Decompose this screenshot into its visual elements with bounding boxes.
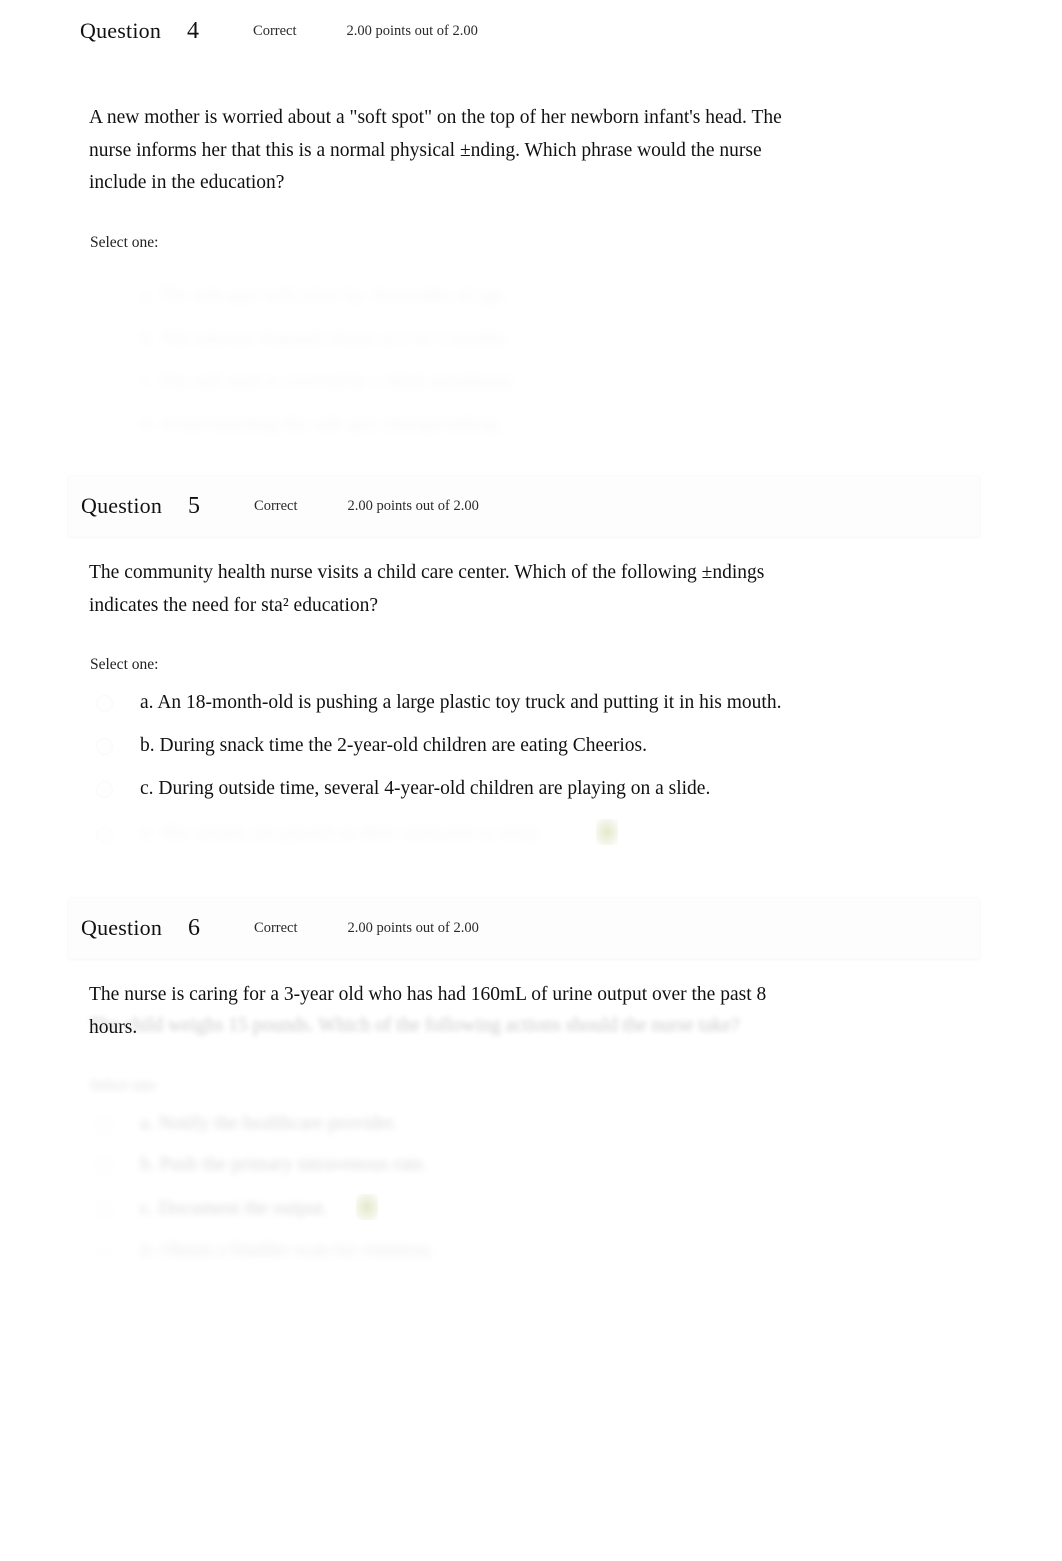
answer-option-row[interactable]: a. Notify the healthcare provider.	[96, 1110, 956, 1138]
select-one-label: Select one:	[90, 234, 159, 251]
answer-option-row[interactable]: b. During snack time the 2-year-old chil…	[96, 732, 956, 760]
question-marks: 2.00 points out of 2.00	[347, 919, 479, 936]
answer-option-row[interactable]: a. An 18-month-old is pushing a large pl…	[96, 689, 956, 717]
question-text: The community health nurse visits a chil…	[89, 562, 765, 616]
quiz-review-page: Question 4 Correct 2.00 points out of 2.…	[0, 0, 1062, 1561]
answer-option-row[interactable]: d. The infants are placed on their stoma…	[96, 820, 956, 848]
answer-option-row[interactable]: d. Obtain a bladder scan for retention.	[96, 1237, 956, 1265]
question-label: Question	[81, 493, 163, 518]
question-label: Question	[81, 915, 163, 940]
question-block-4: Question 4 Correct 2.00 points out of 2.…	[0, 0, 1062, 436]
question-marks: 2.00 points out of 2.00	[346, 22, 478, 39]
answer-option-label: a. The soft spot will close by 18 months…	[140, 282, 509, 310]
select-one-label: Select one:	[90, 656, 159, 673]
answer-option-label: d. Avoid touching the soft spot during b…	[140, 411, 503, 439]
answer-option-row[interactable]: c. During outside time, several 4-year-o…	[96, 775, 956, 803]
radio-button-icon[interactable]	[96, 826, 113, 843]
answer-option-row[interactable]: d. Avoid touching the soft spot during b…	[96, 411, 956, 439]
radio-button-icon[interactable]	[96, 331, 113, 348]
radio-button-icon[interactable]	[96, 781, 113, 798]
answer-option-row[interactable]: b. The anterior fontanel closes at 2 to …	[96, 325, 956, 353]
question-header-4: Question 4 Correct 2.00 points out of 2.…	[0, 0, 1062, 62]
answer-option-row[interactable]: b. Push the primary intravenous rate.	[96, 1151, 956, 1179]
correct-answer-marker-icon	[596, 819, 618, 845]
radio-button-icon[interactable]	[96, 1243, 113, 1260]
answer-option-row[interactable]: c. Document the output.	[96, 1195, 956, 1223]
answer-option-row[interactable]: a. The soft spot will close by 18 months…	[96, 282, 956, 310]
radio-button-icon[interactable]	[96, 374, 113, 391]
question-header-5: Question 5 Correct 2.00 points out of 2.…	[68, 475, 980, 537]
answer-option-label: b. The anterior fontanel closes at 2 to …	[140, 325, 512, 353]
answer-option-row[interactable]: c. The soft spot is covered by a thick m…	[96, 368, 956, 396]
question-block-5: Question 5 Correct 2.00 points out of 2.…	[0, 475, 1062, 845]
question-header-6: Question 6 Correct 2.00 points out of 2.…	[68, 897, 980, 959]
question-block-6: Question 6 Correct 2.00 points out of 2.…	[0, 897, 1062, 1261]
question-state-badge: Correct	[253, 22, 297, 39]
question-marks: 2.00 points out of 2.00	[347, 497, 479, 514]
question-number: 4	[187, 17, 200, 44]
question-label: Question	[80, 18, 162, 43]
radio-button-icon[interactable]	[96, 1116, 113, 1133]
answer-option-label: a. An 18-month-old is pushing a large pl…	[140, 692, 782, 713]
answer-option-label: c. The soft spot is covered by a thick m…	[140, 368, 518, 396]
radio-button-icon[interactable]	[96, 288, 113, 305]
answer-option-label: a. Notify the healthcare provider.	[140, 1113, 398, 1134]
radio-button-icon[interactable]	[96, 695, 113, 712]
radio-button-icon[interactable]	[96, 1157, 113, 1174]
question-number: 6	[188, 914, 201, 941]
question-state-badge: Correct	[254, 497, 298, 514]
radio-button-icon[interactable]	[96, 738, 113, 755]
answer-option-label: b. During snack time the 2-year-old chil…	[140, 735, 647, 756]
question-number: 5	[188, 492, 201, 519]
answer-option-label: c. During outside time, several 4-year-o…	[140, 778, 711, 799]
answer-option-label: d. The infants are placed on their stoma…	[140, 820, 544, 848]
answer-option-label: b. Push the primary intravenous rate.	[140, 1154, 428, 1175]
radio-button-icon[interactable]	[96, 417, 113, 434]
answer-option-label: c. Document the output.	[140, 1198, 328, 1219]
correct-answer-marker-icon	[356, 1194, 378, 1220]
question-state-badge: Correct	[254, 919, 298, 936]
select-one-label: Select one:	[90, 1077, 159, 1094]
radio-button-icon[interactable]	[96, 1201, 113, 1218]
question-text-continued: The child weighs 15 pounds. Which of the…	[89, 1015, 740, 1036]
answer-option-label: d. Obtain a bladder scan for retention.	[140, 1240, 436, 1261]
question-text: A new mother is worried about a "soft sp…	[89, 107, 782, 193]
